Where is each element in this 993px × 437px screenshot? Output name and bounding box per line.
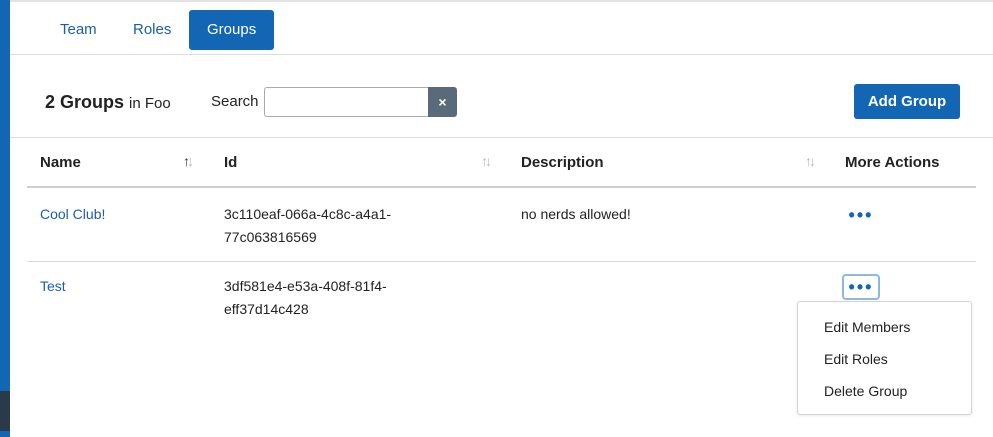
column-header-more-actions: More Actions (845, 154, 940, 171)
ellipsis-icon[interactable]: ••• (842, 204, 880, 230)
groups-header: 2 Groups in Foo Search × Add Group (10, 56, 993, 138)
tab-bar: Team Roles Groups (10, 8, 993, 55)
search-input[interactable] (264, 87, 428, 117)
group-id-continued: 77c063816569 (224, 229, 317, 245)
page-title: 2 Groups in Foo (45, 92, 171, 113)
group-count: 2 Groups (45, 92, 125, 112)
left-sidebar-strip (0, 0, 10, 437)
row-divider (27, 261, 976, 262)
column-header-name[interactable]: Name (40, 154, 81, 171)
table-header-divider (27, 186, 976, 188)
sort-arrows-icon[interactable]: ↑↓ (183, 153, 194, 169)
sidebar-dark-block (0, 391, 10, 431)
group-description: no nerds allowed! (521, 206, 631, 222)
top-divider (10, 0, 993, 2)
add-group-button[interactable]: Add Group (854, 84, 960, 119)
search-label: Search (211, 93, 259, 110)
group-name-link[interactable]: Test (40, 275, 66, 298)
group-name-link[interactable]: Cool Club! (40, 203, 105, 226)
close-icon: × (438, 94, 447, 110)
group-id-continued: eff37d14c428 (224, 301, 309, 317)
tab-team[interactable]: Team (42, 10, 115, 50)
tab-groups[interactable]: Groups (189, 10, 275, 50)
sort-arrows-icon[interactable]: ↑↓ (481, 153, 492, 169)
group-id: 3df581e4-e53a-408f-81f4- (224, 278, 387, 294)
group-id: 3c110eaf-066a-4c8c-a4a1- (224, 206, 392, 222)
menu-item-edit-roles[interactable]: Edit Roles (824, 351, 888, 367)
column-header-description[interactable]: Description (521, 154, 604, 171)
more-actions-menu: Edit Members Edit Roles Delete Group (797, 301, 972, 415)
sort-arrows-icon[interactable]: ↑↓ (805, 153, 816, 169)
menu-item-edit-members[interactable]: Edit Members (824, 319, 910, 335)
org-context: in Foo (129, 95, 171, 112)
clear-search-button[interactable]: × (428, 87, 457, 117)
menu-item-delete-group[interactable]: Delete Group (824, 383, 907, 399)
column-header-id[interactable]: Id (224, 154, 237, 171)
ellipsis-icon[interactable]: ••• (842, 274, 880, 300)
tab-roles[interactable]: Roles (115, 10, 189, 50)
